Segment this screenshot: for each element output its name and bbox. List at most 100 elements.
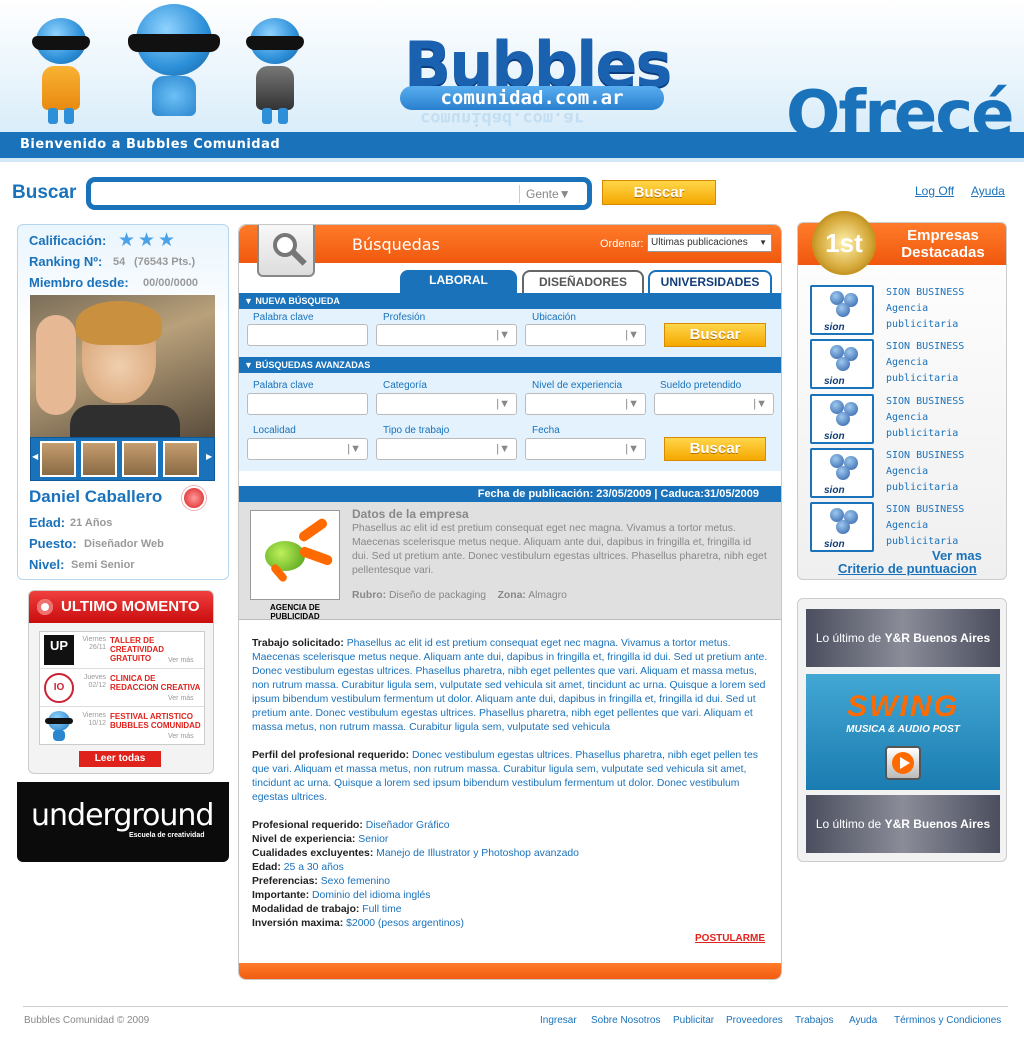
level-label: Nivel:: [29, 557, 65, 572]
photo-thumbnail[interactable]: [81, 441, 117, 477]
locality-select[interactable]: |▼: [247, 438, 368, 460]
field-label: Categoría: [383, 380, 427, 391]
triangle-down-icon: ▼: [244, 360, 256, 370]
chevron-down-icon: |▼: [347, 443, 361, 455]
profile-photo[interactable]: [30, 295, 215, 437]
chevron-down-icon: |▼: [753, 398, 767, 410]
yr-banner[interactable]: Lo último de Y&R Buenos Aires: [806, 795, 1000, 853]
footer-link-proveedores[interactable]: Proveedores: [726, 1015, 783, 1026]
sion-logo-text: sion: [824, 322, 845, 333]
footer-link-trabajos[interactable]: Trabajos: [795, 1015, 834, 1026]
first-place-medal-icon: 1st: [812, 211, 876, 275]
photo-thumbnail[interactable]: [40, 441, 76, 477]
yr-banner-name: Y&R Buenos Aires: [884, 817, 991, 831]
tab-universidades[interactable]: UNIVERSIDADES: [648, 270, 772, 293]
event-title[interactable]: CLINICA DE REDACCION CREATIVA: [110, 674, 202, 692]
help-link[interactable]: Ayuda: [971, 184, 1005, 198]
salary-select[interactable]: |▼: [654, 393, 774, 415]
job-type-select[interactable]: |▼: [376, 438, 517, 460]
magnifier-icon: [257, 225, 315, 277]
site-header: Bubbles comunidad.com.ar comunidad.com.a…: [0, 0, 1024, 162]
list-item[interactable]: Viernes 10/12 FESTIVAL ARTISTICO BUBBLES …: [40, 708, 204, 745]
field-label: Tipo de trabajo: [383, 425, 450, 436]
list-item[interactable]: UP Viernes 26/11 TALLER DE CREATIVIDAD GR…: [40, 632, 204, 669]
detail-value: $2000 (pesos argentinos): [346, 918, 464, 929]
adv-keyword-input[interactable]: [247, 393, 368, 415]
company-info: AGENCIA DE PUBLICIDAD Datos de la empres…: [239, 502, 781, 621]
search-button[interactable]: Buscar: [602, 180, 716, 205]
event-more-link[interactable]: Ver más: [168, 733, 194, 740]
photo-thumbnail[interactable]: [163, 441, 199, 477]
experience-select[interactable]: |▼: [525, 393, 646, 415]
advanced-search-button[interactable]: Buscar: [664, 437, 766, 461]
company-logo-sion[interactable]: sion: [810, 502, 874, 552]
field-label: Localidad: [253, 425, 296, 436]
photo-thumbnail[interactable]: [122, 441, 158, 477]
triangle-down-icon: ▼: [244, 296, 256, 306]
logout-link[interactable]: Log Off: [915, 184, 954, 198]
event-more-link[interactable]: Ver más: [168, 657, 194, 664]
company-description: Phasellus ac elit id est pretium consequ…: [352, 523, 767, 576]
arrow-left-icon[interactable]: ◀: [32, 452, 38, 461]
footer-link-ingresar[interactable]: Ingresar: [540, 1015, 577, 1026]
order-select[interactable]: Ultimas publicaciones ▼: [647, 234, 772, 252]
footer-link-ayuda[interactable]: Ayuda: [849, 1015, 877, 1026]
advanced-search-header[interactable]: ▼ BÚSQUEDAS AVANZADAS: [239, 357, 781, 373]
field-label: Sueldo pretendido: [660, 380, 742, 391]
footer-divider: [23, 1006, 1008, 1007]
featured-company-text[interactable]: SION BUSINESS Agencia publicitaria: [886, 285, 1006, 333]
search-box: Gente▼: [86, 177, 592, 210]
featured-company-text[interactable]: SION BUSINESS Agencia publicitaria: [886, 502, 1006, 550]
field-label: Palabra clave: [253, 312, 314, 323]
read-all-button[interactable]: Leer todas: [79, 751, 161, 767]
footer-link-terminos[interactable]: Términos y Condiciones: [894, 1015, 1001, 1026]
detail-value: Full time: [362, 904, 402, 915]
featured-company-text[interactable]: SION BUSINESS Agencia publicitaria: [886, 394, 1006, 442]
list-item[interactable]: IO Jueves 02/12 CLINICA DE REDACCION CREA…: [40, 670, 204, 707]
footer-link-sobre-nosotros[interactable]: Sobre Nosotros: [591, 1015, 660, 1026]
search-category-select[interactable]: Gente▼: [519, 185, 579, 203]
date-select[interactable]: |▼: [525, 438, 646, 460]
arrow-right-icon[interactable]: ▶: [206, 452, 212, 461]
event-day: Viernes: [82, 712, 106, 719]
latest-news-title: ULTIMO MOMENTO: [61, 598, 200, 615]
company-name: SION BUSINESS: [886, 450, 965, 461]
detail-row: Edad: 25 a 30 años: [252, 861, 775, 875]
event-more-link[interactable]: Ver más: [168, 695, 194, 702]
profile-name[interactable]: Daniel Caballero: [29, 487, 162, 507]
featured-company-text[interactable]: SION BUSINESS Agencia publicitaria: [886, 339, 1006, 387]
profile-panel: Calificación: ★ ★ ★ Ranking Nº: 54 (7654…: [17, 224, 229, 580]
profession-select[interactable]: |▼: [376, 324, 517, 346]
company-logo-sion[interactable]: sion: [810, 285, 874, 335]
mascot-big: [126, 4, 222, 130]
tab-disenadores[interactable]: DISEÑADORES: [522, 270, 644, 293]
event-title[interactable]: FESTIVAL ARTISTICO BUBBLES COMUNIDAD: [110, 712, 202, 730]
level-value: Semi Senior: [71, 559, 135, 571]
category-select[interactable]: |▼: [376, 393, 517, 415]
apply-link[interactable]: POSTULARME: [695, 933, 765, 944]
company-logo[interactable]: [250, 510, 340, 600]
underground-banner[interactable]: underground Escuela de creatividad: [17, 782, 229, 862]
keyword-input[interactable]: [247, 324, 368, 346]
company-name: SION BUSINESS: [886, 341, 965, 352]
location-select[interactable]: |▼: [525, 324, 646, 346]
company-logo-sion[interactable]: sion: [810, 448, 874, 498]
company-logo-sion[interactable]: sion: [810, 339, 874, 389]
yr-banner[interactable]: Lo último de Y&R Buenos Aires: [806, 609, 1000, 667]
chevron-down-icon: |▼: [625, 398, 639, 410]
play-icon[interactable]: [885, 746, 921, 780]
new-search-header[interactable]: ▼ NUEVA BÚSQUEDA: [239, 293, 781, 309]
sion-logo-text: sion: [824, 431, 845, 442]
swing-banner[interactable]: SWING MUSICA & AUDIO POST: [806, 674, 1000, 790]
event-date-value: 26/11: [89, 644, 106, 651]
scoring-criteria-link[interactable]: Criterio de puntuacion: [838, 561, 977, 576]
swing-subtitle: MUSICA & AUDIO POST: [846, 724, 960, 735]
chevron-down-icon: |▼: [496, 443, 510, 455]
featured-company-text[interactable]: SION BUSINESS Agencia publicitaria: [886, 448, 1006, 496]
footer-link-publicitar[interactable]: Publicitar: [673, 1015, 714, 1026]
up-logo-icon: UP: [44, 635, 74, 665]
tab-laboral[interactable]: LABORAL: [400, 270, 517, 293]
company-logo-sion[interactable]: sion: [810, 394, 874, 444]
search-input[interactable]: [97, 187, 517, 201]
new-search-button[interactable]: Buscar: [664, 323, 766, 347]
